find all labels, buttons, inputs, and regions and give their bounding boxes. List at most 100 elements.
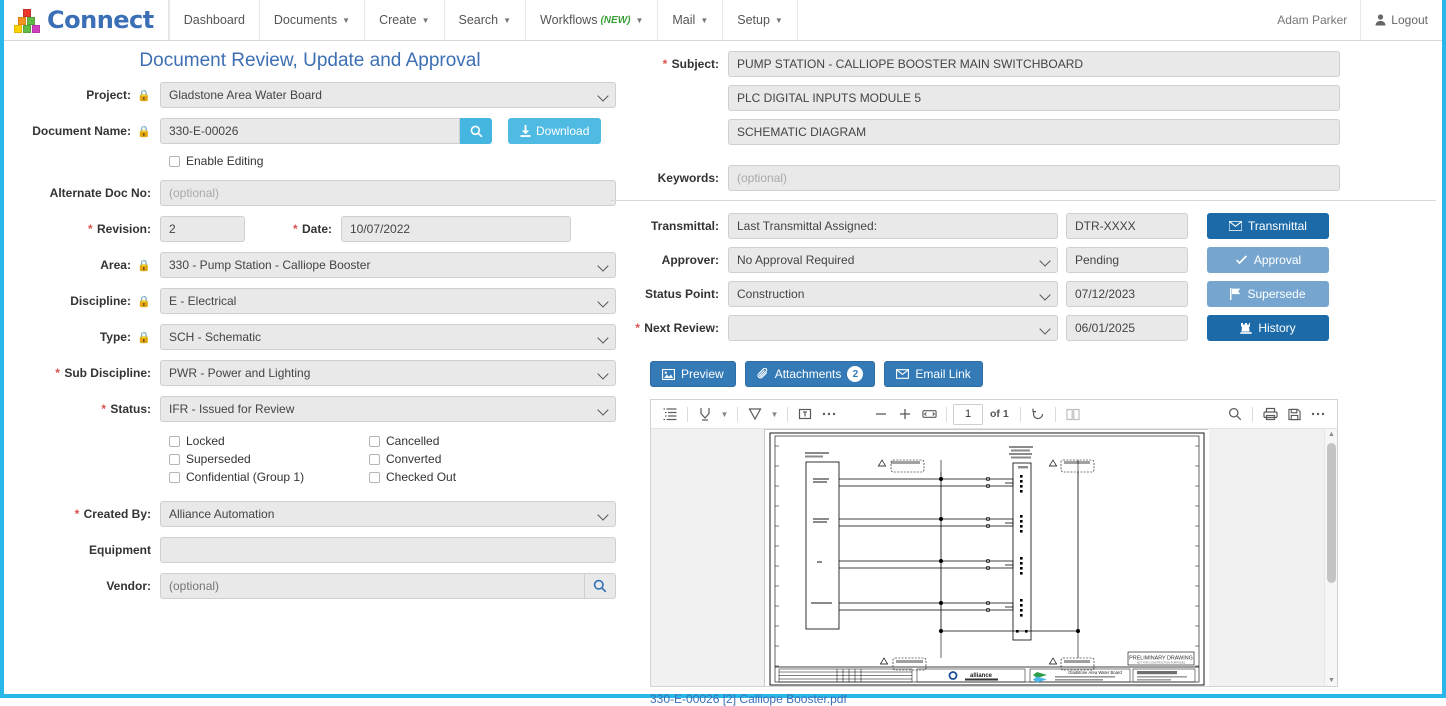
- transmittal-button[interactable]: Transmittal: [1207, 213, 1329, 239]
- fit-width-icon[interactable]: [918, 403, 940, 425]
- scroll-down-arrow-icon[interactable]: ▼: [1328, 677, 1335, 684]
- flag-confidential[interactable]: Confidential (Group 1): [169, 470, 369, 484]
- draw-pen-icon[interactable]: [744, 403, 766, 425]
- vendor-input[interactable]: [160, 573, 584, 599]
- field-row-keywords: Keywords:: [616, 165, 1430, 191]
- brand-logo-area[interactable]: Connect: [4, 0, 169, 40]
- enable-editing-checkbox[interactable]: [169, 156, 180, 167]
- pdf-scrollbar[interactable]: ▲ ▼: [1324, 429, 1337, 686]
- nav-item-dashboard[interactable]: Dashboard: [169, 0, 260, 40]
- more-tools-icon[interactable]: [818, 403, 840, 425]
- chevron-down-icon: ▼: [775, 16, 783, 25]
- pdf-more-icon[interactable]: [1307, 403, 1329, 425]
- flag-checked-out[interactable]: Checked Out: [369, 470, 569, 484]
- nav-item-setup[interactable]: Setup ▼: [723, 0, 798, 40]
- nav-item-create[interactable]: Create ▼: [365, 0, 444, 40]
- nav-item-mail[interactable]: Mail ▼: [658, 0, 723, 40]
- pdf-search-icon[interactable]: [1224, 403, 1246, 425]
- next-review-date-input[interactable]: [1066, 315, 1188, 341]
- nav-item-search[interactable]: Search ▼: [445, 0, 527, 40]
- attachments-button[interactable]: Attachments 2: [745, 361, 876, 387]
- flag-superseded[interactable]: Superseded: [169, 452, 369, 466]
- alternate-doc-no-input[interactable]: [160, 180, 616, 206]
- enable-editing-row[interactable]: Enable Editing: [160, 154, 616, 168]
- draw-pen-dropdown-icon[interactable]: ▼: [768, 403, 781, 425]
- type-select[interactable]: SCH - Schematic: [160, 324, 616, 350]
- nav-item-documents[interactable]: Documents ▼: [260, 0, 365, 40]
- date-input[interactable]: [341, 216, 571, 242]
- logout-button[interactable]: Logout: [1360, 0, 1442, 40]
- flag-checked-out-checkbox[interactable]: [369, 472, 380, 483]
- save-icon[interactable]: [1283, 403, 1305, 425]
- supersede-button[interactable]: Supersede: [1207, 281, 1329, 307]
- label-project: Project: 🔒: [4, 88, 160, 102]
- pdf-file-name-link[interactable]: 330-E-00026 [2] Calliope Booster.pdf: [650, 692, 1430, 706]
- history-button[interactable]: History: [1207, 315, 1329, 341]
- flag-icon: [1230, 288, 1241, 300]
- project-select[interactable]: Gladstone Area Water Board: [160, 82, 616, 108]
- approver-select[interactable]: No Approval Required: [728, 247, 1058, 273]
- subject-line1-input[interactable]: [728, 51, 1340, 77]
- search-icon: [593, 579, 607, 593]
- flag-converted-checkbox[interactable]: [369, 454, 380, 465]
- subject-line3-input[interactable]: [728, 119, 1340, 145]
- rotate-icon[interactable]: [1027, 403, 1049, 425]
- approval-button[interactable]: Approval: [1207, 247, 1329, 273]
- area-select[interactable]: 330 - Pump Station - Calliope Booster: [160, 252, 616, 278]
- outline-list-icon[interactable]: [659, 403, 681, 425]
- preview-button[interactable]: Preview: [650, 361, 736, 387]
- revision-input[interactable]: [160, 216, 245, 242]
- label-revision: * Revision:: [4, 222, 160, 236]
- zoom-out-icon[interactable]: [870, 403, 892, 425]
- sub-discipline-select[interactable]: PWR - Power and Lighting: [160, 360, 616, 386]
- highlighter-icon[interactable]: [694, 403, 716, 425]
- created-by-select[interactable]: Alliance Automation: [160, 501, 616, 527]
- flag-converted[interactable]: Converted: [369, 452, 569, 466]
- vendor-search-button[interactable]: [584, 573, 616, 599]
- zoom-in-icon[interactable]: [894, 403, 916, 425]
- highlighter-dropdown-icon[interactable]: ▼: [718, 403, 731, 425]
- pdf-page-number-input[interactable]: [953, 404, 983, 425]
- label-status: * Status:: [4, 402, 160, 416]
- pdf-scroll-thumb[interactable]: [1327, 443, 1336, 583]
- svg-text:NOT FOR CONSTRUCTION PURPOSES: NOT FOR CONSTRUCTION PURPOSES: [1137, 661, 1186, 665]
- scroll-up-arrow-icon[interactable]: ▲: [1328, 431, 1335, 438]
- flag-cancelled[interactable]: Cancelled: [369, 434, 569, 448]
- keywords-input[interactable]: [728, 165, 1340, 191]
- field-row-sub-discipline: * Sub Discipline: PWR - Power and Lighti…: [4, 360, 616, 386]
- transmittal-input[interactable]: [728, 213, 1058, 239]
- field-row-status-point: Status Point: Construction Supersede: [616, 281, 1430, 307]
- subject-line2-input[interactable]: [728, 85, 1340, 111]
- text-box-icon[interactable]: [794, 403, 816, 425]
- document-search-button[interactable]: [460, 118, 492, 144]
- pdf-page-canvas[interactable]: PRELIMINARY DRAWING NOT FOR CONSTRUCTION…: [651, 429, 1337, 686]
- transmittal-code-input[interactable]: [1066, 213, 1188, 239]
- nav-menu: Dashboard Documents ▼ Create ▼ Search ▼ …: [169, 0, 798, 40]
- download-button[interactable]: Download: [508, 118, 601, 144]
- next-review-select[interactable]: [728, 315, 1058, 341]
- flag-locked-checkbox[interactable]: [169, 436, 180, 447]
- equipment-input[interactable]: [160, 537, 616, 563]
- status-select[interactable]: IFR - Issued for Review: [160, 396, 616, 422]
- alternate-doc-no-control: [160, 180, 616, 206]
- approver-state-input[interactable]: [1066, 247, 1188, 273]
- vendor-controls: [160, 573, 616, 599]
- nav-item-workflows[interactable]: Workflows (NEW) ▼: [526, 0, 658, 40]
- field-row-approver: Approver: No Approval Required Approval: [616, 247, 1430, 273]
- document-name-input[interactable]: [160, 118, 460, 144]
- print-icon[interactable]: [1259, 403, 1281, 425]
- history-rook-icon: [1240, 322, 1252, 334]
- area-select-wrap: 330 - Pump Station - Calliope Booster: [160, 252, 616, 278]
- status-point-date-input[interactable]: [1066, 281, 1188, 307]
- flag-locked[interactable]: Locked: [169, 434, 369, 448]
- left-form-column: Document Review, Update and Approval Pro…: [4, 41, 616, 690]
- flag-superseded-checkbox[interactable]: [169, 454, 180, 465]
- flag-cancelled-checkbox[interactable]: [369, 436, 380, 447]
- flag-confidential-checkbox[interactable]: [169, 472, 180, 483]
- discipline-select-wrap: E - Electrical: [160, 288, 616, 314]
- nav-label-workflows: Workflows: [540, 13, 597, 27]
- email-link-label: Email Link: [915, 367, 970, 381]
- discipline-select[interactable]: E - Electrical: [160, 288, 616, 314]
- email-link-button[interactable]: Email Link: [884, 361, 982, 387]
- status-point-select[interactable]: Construction: [728, 281, 1058, 307]
